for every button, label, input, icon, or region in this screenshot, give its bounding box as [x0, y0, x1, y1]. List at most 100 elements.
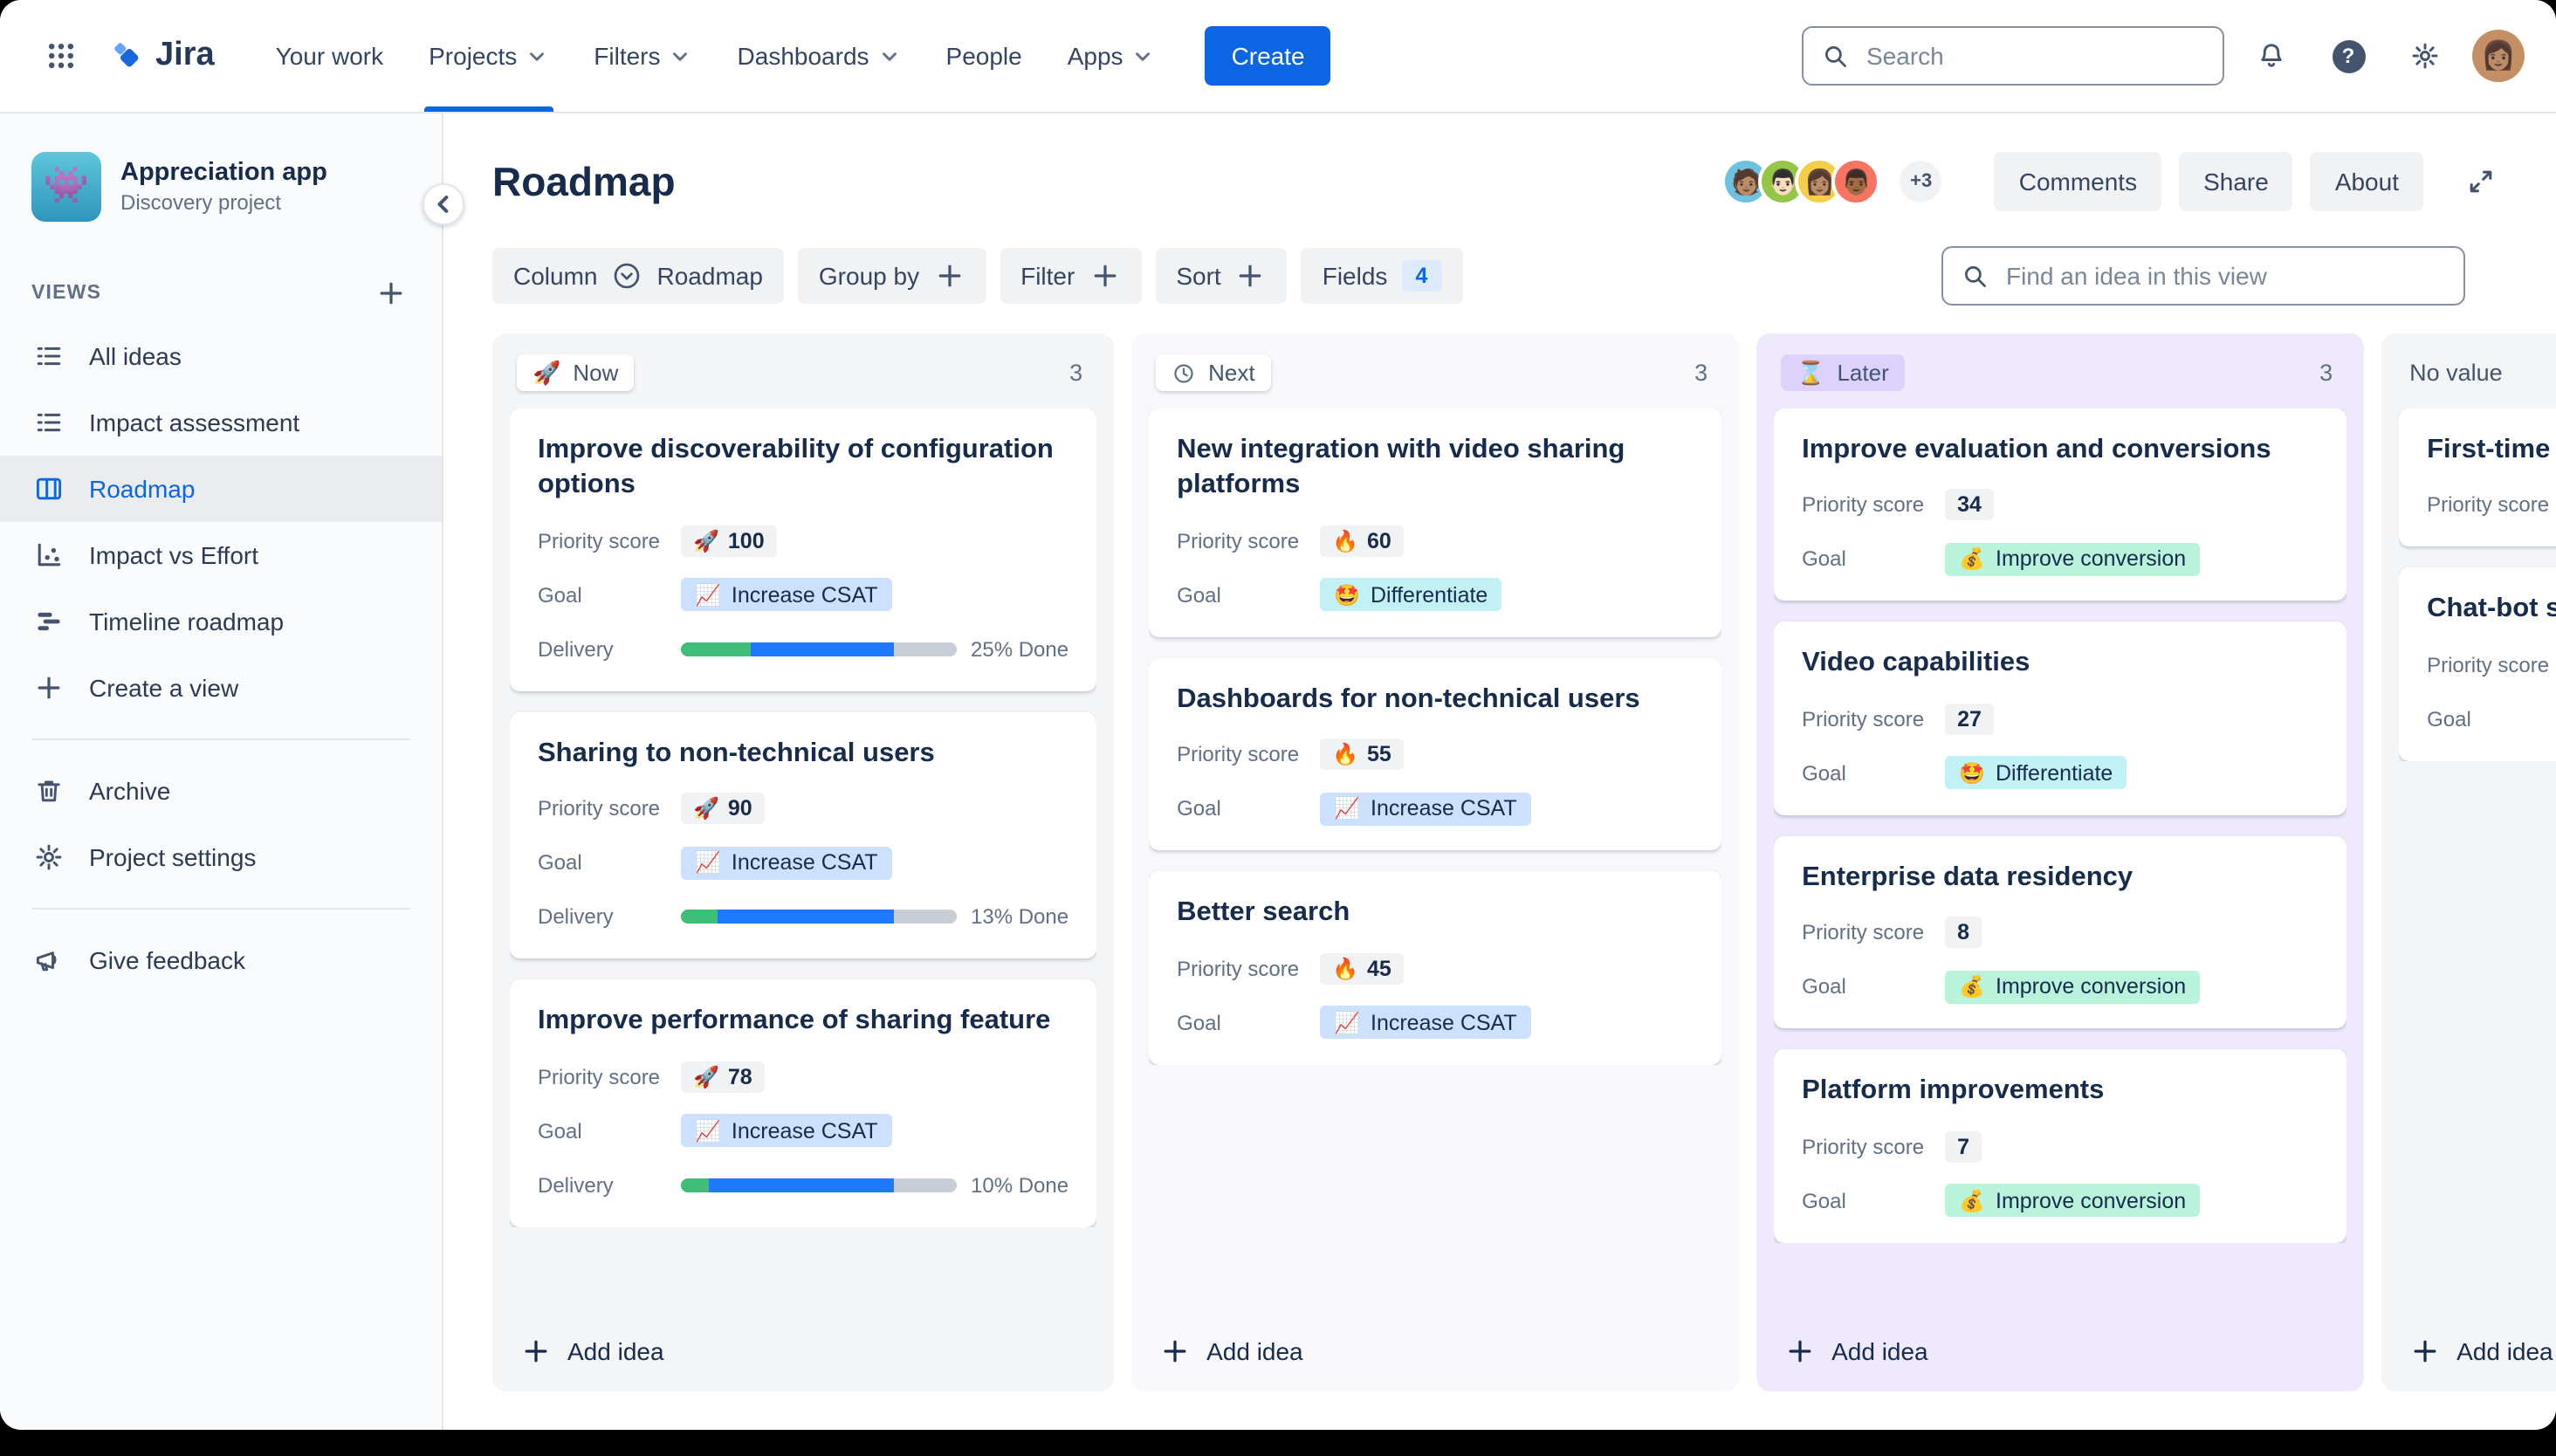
share-button[interactable]: Share: [2179, 152, 2293, 211]
fullscreen-button[interactable]: [2451, 152, 2511, 211]
goal-badge[interactable]: 💰 Improve conversion: [1945, 1184, 2201, 1218]
help-button[interactable]: ?: [2319, 26, 2378, 86]
idea-card[interactable]: Dashboards for non-technical users Prior…: [1149, 657, 1722, 851]
column-config-chip[interactable]: Column Roadmap: [492, 248, 784, 304]
view-search-input[interactable]: [2006, 262, 2446, 290]
idea-card[interactable]: Video capabilities Priority score 27 Goa…: [1774, 622, 2347, 815]
topnav-item-people[interactable]: People: [924, 0, 1045, 112]
field-label: Goal: [538, 1118, 582, 1144]
column-status-chip[interactable]: No value: [2406, 354, 2506, 391]
priority-score-badge[interactable]: 8: [1945, 917, 1982, 949]
idea-card[interactable]: Platform improvements Priority score 7 G…: [1774, 1049, 2347, 1243]
idea-card[interactable]: First-time ex Priority score 6: [2399, 409, 2556, 547]
sidebar-item-roadmap[interactable]: Roadmap: [0, 456, 442, 522]
priority-score-badge[interactable]: 🚀 90: [681, 793, 765, 825]
priority-score-badge[interactable]: 7: [1945, 1130, 1982, 1163]
group-by-chip[interactable]: Group by: [797, 248, 986, 304]
idea-card[interactable]: Chat-bot su Priority score 6 Goal 🤩: [2399, 567, 2556, 761]
priority-score-badge[interactable]: 🔥 45: [1320, 952, 1404, 985]
global-search-input[interactable]: [1866, 42, 2205, 70]
goal-badge[interactable]: 🤩 Differentiate: [1320, 578, 1502, 612]
topnav-item-projects[interactable]: Projects: [406, 0, 571, 112]
column-status-label: Next: [1208, 360, 1255, 386]
give-feedback-button[interactable]: Give feedback: [0, 927, 442, 993]
priority-score-badge[interactable]: 27: [1945, 703, 1994, 735]
priority-score-badge[interactable]: 🔥 55: [1320, 738, 1404, 771]
settings-button[interactable]: [2395, 26, 2455, 86]
avatar-stack: 🧑🏽 👨🏻 👩🏽 👨🏾: [1721, 157, 1881, 206]
column-cards: First-time ex Priority score 6 Chat-bot …: [2399, 409, 2556, 761]
goal-emoji-icon: 🤩: [1959, 760, 1985, 786]
column-status-chip[interactable]: 🚀 Now: [517, 354, 635, 391]
filter-chip[interactable]: Filter: [1000, 248, 1142, 304]
card-field-row: Priority score 🔥 45: [1177, 951, 1694, 986]
sidebar-item-project-settings[interactable]: Project settings: [0, 824, 442, 890]
idea-card[interactable]: Enterprise data residency Priority score…: [1774, 835, 2347, 1029]
topnav-item-apps[interactable]: Apps: [1045, 0, 1178, 112]
view-search[interactable]: [1941, 246, 2465, 306]
topnav-item-filters[interactable]: Filters: [571, 0, 714, 112]
help-icon: ?: [2332, 39, 2365, 72]
column-status-chip[interactable]: Next: [1156, 354, 1271, 391]
idea-card[interactable]: Improve discoverability of configuration…: [510, 409, 1097, 691]
add-view-button[interactable]: [372, 274, 410, 312]
goal-badge[interactable]: 💰 Improve conversion: [1945, 542, 2201, 576]
goal-badge[interactable]: 📈 Increase CSAT: [1320, 1006, 1531, 1040]
add-idea-button[interactable]: Add idea: [2399, 1311, 2556, 1374]
sidebar-item-create-a-view[interactable]: Create a view: [0, 655, 442, 721]
goal-badge[interactable]: 💰 Improve conversion: [1945, 970, 2201, 1004]
goal-badge[interactable]: 📈 Increase CSAT: [681, 578, 892, 612]
goal-badge[interactable]: 📈 Increase CSAT: [1320, 792, 1531, 826]
top-navigation: Jira Your work Projects Filters Dashboar…: [0, 0, 2556, 113]
idea-card[interactable]: Improve evaluation and conversions Prior…: [1774, 409, 2347, 601]
avatar-overflow-badge[interactable]: +3: [1896, 157, 1946, 206]
sort-chip[interactable]: Sort: [1155, 248, 1288, 304]
topnav-item-dashboards[interactable]: Dashboards: [715, 0, 924, 112]
sidebar-item-timeline-roadmap[interactable]: Timeline roadmap: [0, 588, 442, 655]
about-button[interactable]: About: [2310, 152, 2423, 211]
idea-card[interactable]: Sharing to non-technical users Priority …: [510, 711, 1097, 959]
sidebar-item-label: Impact vs Effort: [89, 541, 258, 569]
idea-card[interactable]: New integration with video sharing platf…: [1149, 409, 1722, 637]
comments-button[interactable]: Comments: [1994, 152, 2162, 211]
card-title: Enterprise data residency: [1802, 862, 2133, 892]
jira-logo[interactable]: Jira: [101, 37, 225, 75]
scatter-icon: [31, 538, 66, 573]
priority-score-badge[interactable]: 🚀 78: [681, 1061, 765, 1093]
sidebar-item-impact-vs-effort[interactable]: Impact vs Effort: [0, 522, 442, 588]
priority-score-badge[interactable]: 34: [1945, 489, 1994, 521]
app-switcher-button[interactable]: [31, 26, 91, 86]
column-status-chip[interactable]: ⌛ Later: [1781, 354, 1905, 391]
goal-badge[interactable]: 📈 Increase CSAT: [681, 846, 892, 880]
notifications-button[interactable]: [2242, 26, 2301, 86]
column-status-label: Later: [1837, 360, 1889, 386]
card-field-row: Priority score 🚀 100: [538, 524, 1068, 559]
priority-score-badge[interactable]: 🔥 60: [1320, 525, 1404, 557]
add-idea-button[interactable]: Add idea: [510, 1311, 1096, 1374]
idea-card[interactable]: Improve performance of sharing feature P…: [510, 979, 1097, 1227]
priority-score-badge[interactable]: 🚀 100: [681, 525, 777, 557]
goal-label: Differentiate: [1371, 582, 1488, 608]
create-button[interactable]: Create: [1205, 26, 1331, 86]
sidebar-item-all-ideas[interactable]: All ideas: [0, 323, 442, 389]
priority-score-value: 78: [727, 1064, 752, 1089]
global-search[interactable]: [1802, 26, 2224, 86]
card-title: First-time ex: [2427, 435, 2556, 464]
user-avatar[interactable]: 👩🏽: [2472, 30, 2525, 82]
project-avatar: 👾: [31, 152, 101, 222]
fields-chip[interactable]: Fields 4: [1301, 248, 1463, 304]
card-field-row: Goal 📈 Increase CSAT: [1177, 1006, 1694, 1040]
goal-badge[interactable]: 🤩 Differentiate: [1945, 756, 2127, 790]
add-idea-button[interactable]: Add idea: [1149, 1311, 1721, 1374]
add-idea-button[interactable]: Add idea: [1774, 1311, 2346, 1374]
sidebar-tools: Archive Project settings: [0, 758, 442, 890]
collapse-sidebar-button[interactable]: [423, 183, 464, 225]
avatar[interactable]: 👨🏾: [1831, 157, 1881, 206]
card-fields: Priority score 🔥 45 Goal 📈 Increase CSAT: [1177, 951, 1694, 1040]
goal-badge[interactable]: 📈 Increase CSAT: [681, 1114, 892, 1148]
sidebar-item-archive[interactable]: Archive: [0, 758, 442, 824]
sidebar-item-impact-assessment[interactable]: Impact assessment: [0, 389, 442, 456]
progress-bar: [681, 1178, 957, 1192]
idea-card[interactable]: Better search Priority score 🔥 45 Goal 📈…: [1149, 871, 1722, 1065]
topnav-item-your-work[interactable]: Your work: [253, 0, 407, 112]
